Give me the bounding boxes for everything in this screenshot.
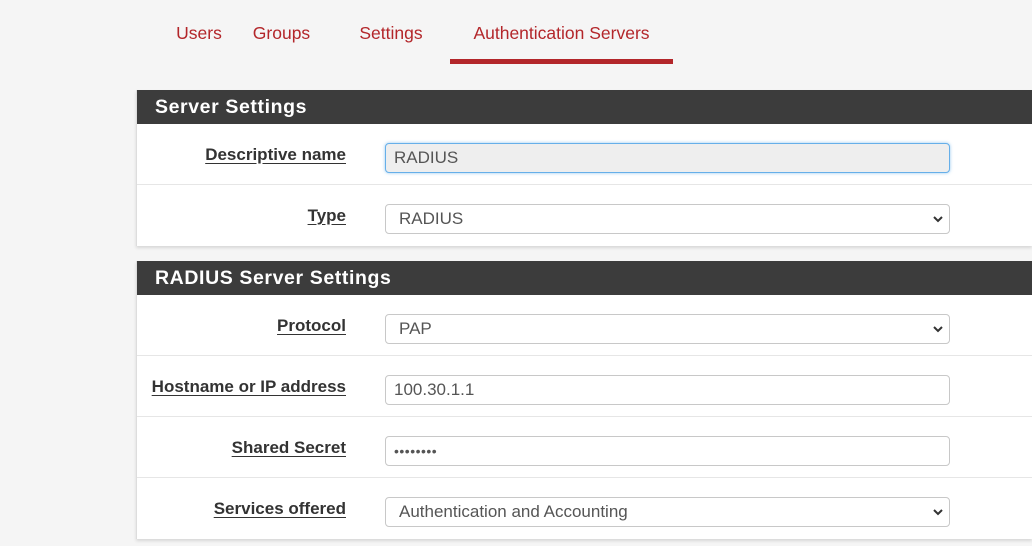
services-offered-row: Services offered Authentication and Acco… <box>137 478 1032 539</box>
chevron-down-icon <box>933 326 943 333</box>
type-row: Type RADIUS <box>137 185 1032 246</box>
tab-settings[interactable]: Settings <box>345 0 437 64</box>
hostname-input[interactable]: 100.30.1.1 <box>385 375 950 405</box>
chevron-down-icon <box>933 216 943 223</box>
services-offered-select[interactable]: Authentication and Accounting <box>385 497 950 527</box>
descriptive-name-label: Descriptive name <box>205 145 346 164</box>
descriptive-name-row: Descriptive name RADIUS <box>137 124 1032 185</box>
server-settings-heading: Server Settings <box>137 90 1032 124</box>
shared-secret-row: Shared Secret •••••••• <box>137 417 1032 478</box>
radius-settings-heading: RADIUS Server Settings <box>137 261 1032 295</box>
protocol-label: Protocol <box>277 316 346 335</box>
tab-groups[interactable]: Groups <box>241 0 322 64</box>
type-select[interactable]: RADIUS <box>385 204 950 234</box>
protocol-select[interactable]: PAP <box>385 314 950 344</box>
shared-secret-input[interactable]: •••••••• <box>385 436 950 466</box>
chevron-down-icon <box>933 509 943 516</box>
shared-secret-label: Shared Secret <box>231 438 346 457</box>
tab-bar: Users Groups Settings Authentication Ser… <box>136 0 1032 64</box>
server-settings-panel: Server Settings Descriptive name RADIUS … <box>136 90 1032 246</box>
services-offered-select-value: Authentication and Accounting <box>399 502 628 521</box>
type-label: Type <box>307 206 346 225</box>
tab-authentication-servers[interactable]: Authentication Servers <box>450 0 673 64</box>
tab-users[interactable]: Users <box>150 0 248 64</box>
protocol-select-value: PAP <box>399 319 432 338</box>
protocol-row: Protocol PAP <box>137 295 1032 356</box>
services-offered-label: Services offered <box>213 499 346 518</box>
hostname-label: Hostname or IP address <box>151 377 346 396</box>
hostname-row: Hostname or IP address 100.30.1.1 <box>137 356 1032 417</box>
type-select-value: RADIUS <box>399 209 464 228</box>
descriptive-name-input[interactable]: RADIUS <box>385 143 950 173</box>
radius-server-settings-panel: RADIUS Server Settings Protocol PAP Host… <box>136 261 1032 539</box>
